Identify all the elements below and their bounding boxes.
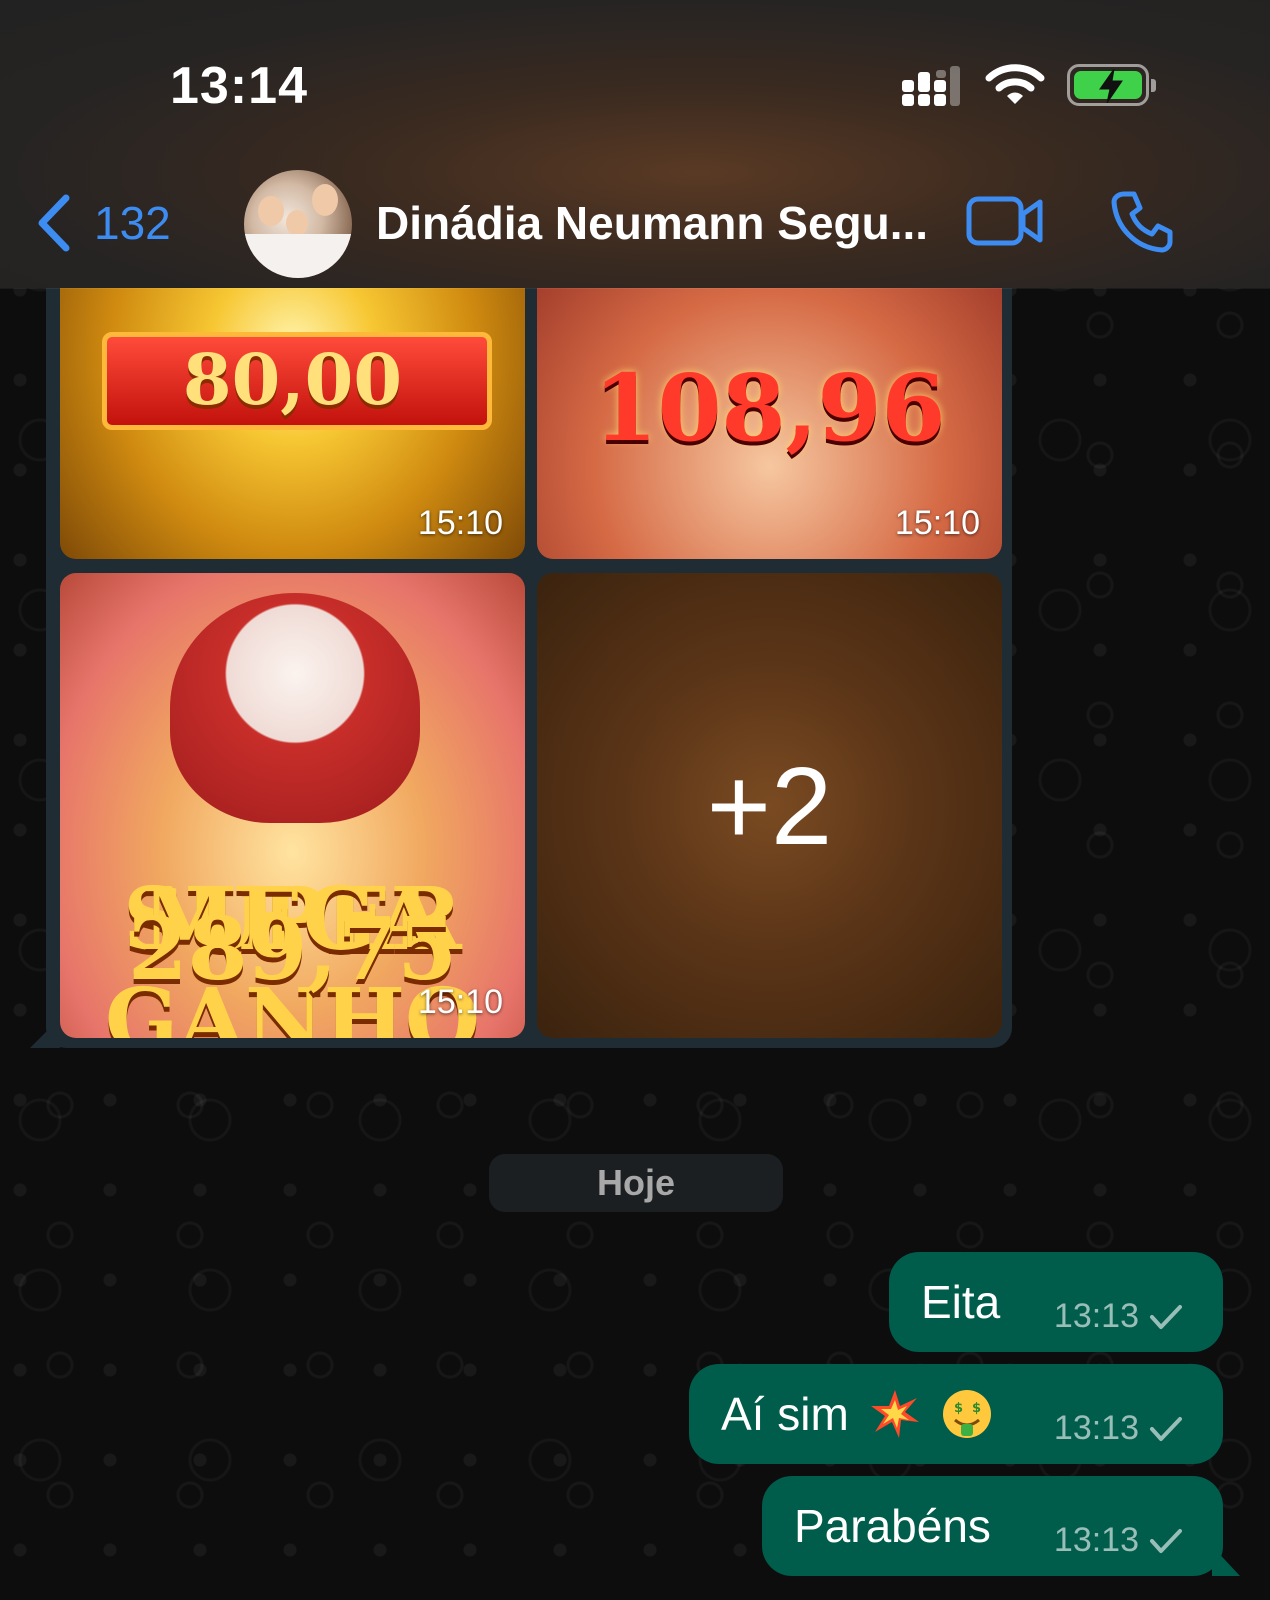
money-mouth-emoji-icon: $ $ xyxy=(942,1390,991,1438)
message-time: 13:13 xyxy=(1053,1409,1139,1447)
message-time: 13:13 xyxy=(1053,1297,1139,1335)
back-button[interactable]: 132 xyxy=(36,188,171,258)
message-meta: 13:13 xyxy=(1054,1521,1183,1560)
media-thumbnail[interactable]: 108,96 15:10 xyxy=(537,288,1002,559)
wifi-icon xyxy=(985,62,1045,113)
media-thumbnail[interactable]: SUPER MEGA GANHO 289,75 15:10 xyxy=(60,573,525,1038)
bubble-tail xyxy=(30,1018,60,1048)
thumbnail-time: 15:10 xyxy=(894,504,980,542)
phone-icon xyxy=(1111,191,1173,253)
message-meta: 13:13 xyxy=(1054,1409,1183,1448)
unread-count: 132 xyxy=(94,197,171,249)
date-separator: Hoje xyxy=(489,1154,783,1212)
media-more-thumbnail[interactable]: +2 xyxy=(537,573,1002,1038)
voice-call-button[interactable] xyxy=(1110,190,1174,259)
contact-avatar[interactable] xyxy=(244,170,352,278)
message-time: 13:13 xyxy=(1053,1521,1139,1559)
message-text: Parabéns xyxy=(794,1500,991,1552)
thumbnail-time: 15:10 xyxy=(417,983,503,1021)
message-meta: 13:13 xyxy=(1054,1297,1183,1336)
collision-emoji-icon xyxy=(870,1390,919,1438)
more-media-count: +2 xyxy=(706,745,833,868)
thumbnail-value: 80,00 xyxy=(182,338,403,421)
contact-name[interactable]: Dinádia Neumann Segu... xyxy=(376,196,928,250)
message-text: Aí sim xyxy=(721,1388,849,1440)
checkmark-icon xyxy=(1150,1528,1182,1553)
cellular-signal-icon xyxy=(900,62,970,108)
battery-charging-icon xyxy=(1067,64,1156,106)
media-thumbnail[interactable]: 80,00 15:10 xyxy=(60,288,525,559)
checkmark-icon xyxy=(1150,1304,1182,1329)
thumbnail-time: 15:10 xyxy=(417,504,503,542)
checkmark-icon xyxy=(1150,1416,1182,1441)
outgoing-message[interactable]: Eita 13:13 xyxy=(889,1252,1223,1352)
svg-text:$: $ xyxy=(972,1401,981,1416)
chat-header: 13:14 132 Dinádia Neumann Segu... xyxy=(0,0,1270,288)
mascot-illustration xyxy=(170,593,420,823)
status-time: 13:14 xyxy=(170,57,308,115)
video-camera-icon xyxy=(966,196,1043,246)
chevron-left-icon xyxy=(38,194,70,252)
thumbnail-value: 108,96 xyxy=(593,354,946,462)
svg-text:$: $ xyxy=(954,1401,963,1416)
outgoing-message[interactable]: Parabéns 13:13 xyxy=(762,1476,1223,1576)
outgoing-message[interactable]: Aí sim $ $ 13:13 xyxy=(689,1364,1223,1464)
video-call-button[interactable] xyxy=(966,194,1044,253)
message-text: Eita xyxy=(921,1276,1001,1328)
